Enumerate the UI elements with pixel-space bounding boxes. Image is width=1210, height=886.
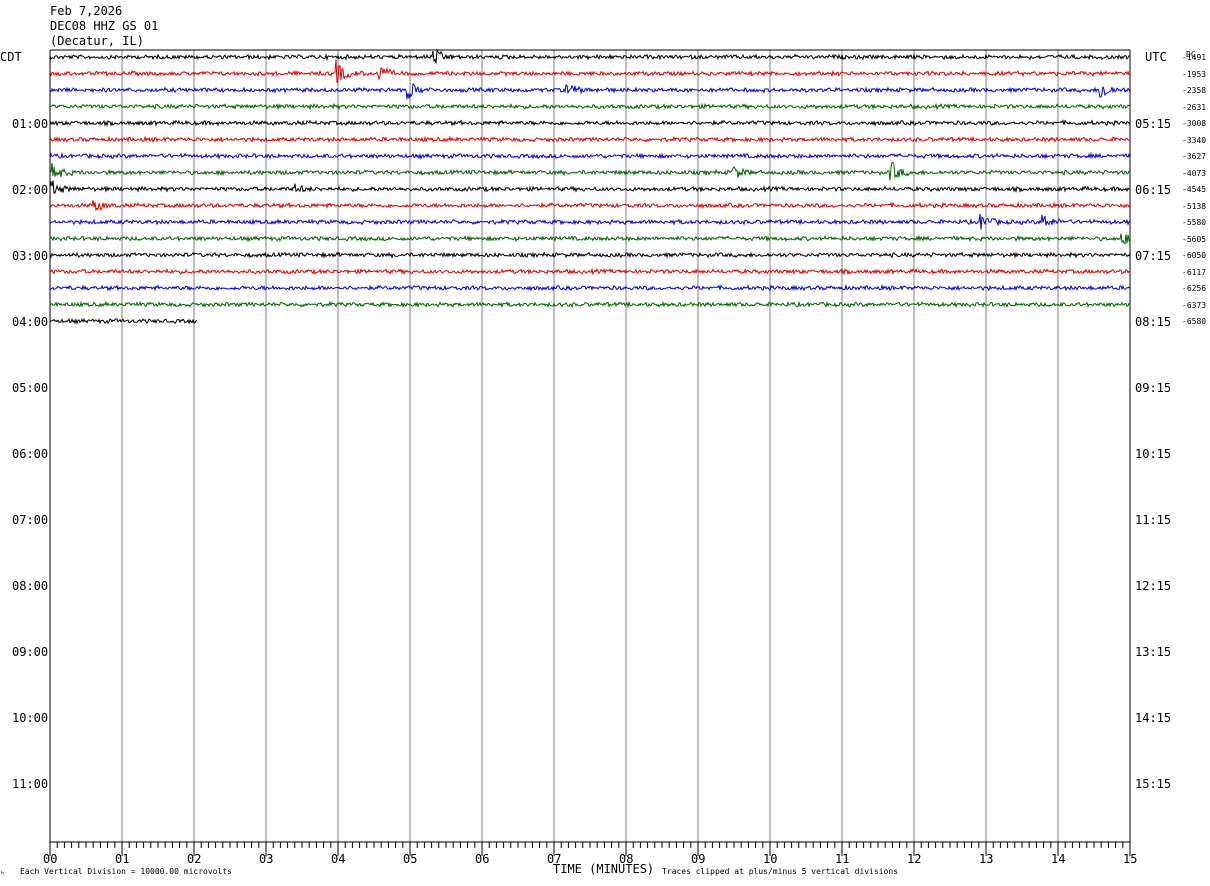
dc-offset-label: -3340 [1182,135,1207,145]
right-time-label: 09:15 [1135,381,1172,395]
trace-13 [49,267,1131,276]
right-time-label: 15:15 [1135,777,1172,791]
x-tick-label: 05 [403,852,418,866]
left-time-label: 10:00 [12,711,49,725]
seismogram-plot [49,48,1131,856]
dc-offset-label: -2358 [1182,86,1207,95]
x-tick-label: 11 [835,852,850,866]
dc-offset-label: -1953 [1182,69,1207,79]
x-tick-label: 12 [907,852,922,866]
dc-offset-label: -6117 [1182,267,1207,277]
trace-7 [50,161,1131,181]
trace-5 [49,135,1131,144]
x-tick-label: 00 [43,852,58,866]
right-time-label: 13:15 [1135,645,1172,659]
x-tick-label: 14 [1051,852,1066,866]
left-time-label: 11:00 [12,777,49,791]
dc-offset-label: -6050 [1182,251,1207,260]
corner-mark: ʰ [0,870,5,879]
dc-offset-label: -2631 [1182,102,1207,112]
dc-offset-label: -5138 [1182,201,1207,211]
left-time-label: 08:00 [12,579,49,593]
trace-9 [49,200,1131,212]
trace-2 [49,83,1131,99]
x-tick-label: 09 [691,852,706,866]
right-time-label: 07:15 [1135,249,1172,263]
left-time-label: 04:00 [12,315,49,329]
right-time-label: 14:15 [1135,711,1172,725]
vertical-division-note: Each Vertical Division = 10000.00 microv… [20,867,232,876]
x-axis-title: TIME (MINUTES) [553,862,655,876]
trace-8 [49,180,1131,194]
clip-note: Traces clipped at plus/minus 5 vertical … [662,867,899,876]
right-time-label: 06:15 [1135,183,1172,197]
left-time-label: 01:00 [12,117,49,131]
trace-15 [49,300,1131,309]
trace-14 [49,283,1131,292]
dc-offset-label: -4545 [1182,185,1207,194]
x-tick-label: 03 [259,852,274,866]
right-time-label: 08:15 [1135,315,1172,329]
trace-4 [49,119,1131,128]
trace-12 [49,251,1131,259]
dc-offset-label: -3008 [1182,119,1207,128]
dc-offset-label: -5580 [1182,218,1207,227]
x-tick-label: 06 [475,852,490,866]
dc-offset-label: -4073 [1182,168,1207,178]
left-time-label: 03:00 [12,249,49,263]
trace-3 [49,102,1131,111]
trace-6 [49,151,1131,160]
dc-offset-label: -6580 [1182,317,1207,326]
left-time-label: 02:00 [12,183,49,197]
trace-1 [49,59,1131,83]
x-tick-label: 01 [115,852,130,866]
right-time-label: 10:15 [1135,447,1172,461]
dc-offset-label: -1491 [1182,53,1207,62]
dc-offset-label: -6373 [1182,300,1207,310]
x-tick-label: 10 [763,852,778,866]
right-time-label: 05:15 [1135,117,1172,131]
dc-offset-label: -5605 [1182,234,1207,244]
x-tick-label: 15 [1123,852,1138,866]
x-tick-label: 04 [331,852,346,866]
x-tick-label: 13 [979,852,994,866]
left-time-label: 05:00 [12,381,49,395]
left-time-label: 09:00 [12,645,49,659]
trace-11 [49,233,1131,245]
trace-0 [49,48,1131,64]
trace-10 [49,213,1131,230]
left-time-label: 07:00 [12,513,49,527]
dc-offset-label: -3627 [1182,152,1207,161]
trace-16 [49,317,198,325]
right-time-label: 11:15 [1135,513,1172,527]
left-time-label: 06:00 [12,447,49,461]
right-time-label: 12:15 [1135,579,1172,593]
dc-offset-label: -6256 [1182,284,1207,293]
x-tick-label: 02 [187,852,202,866]
